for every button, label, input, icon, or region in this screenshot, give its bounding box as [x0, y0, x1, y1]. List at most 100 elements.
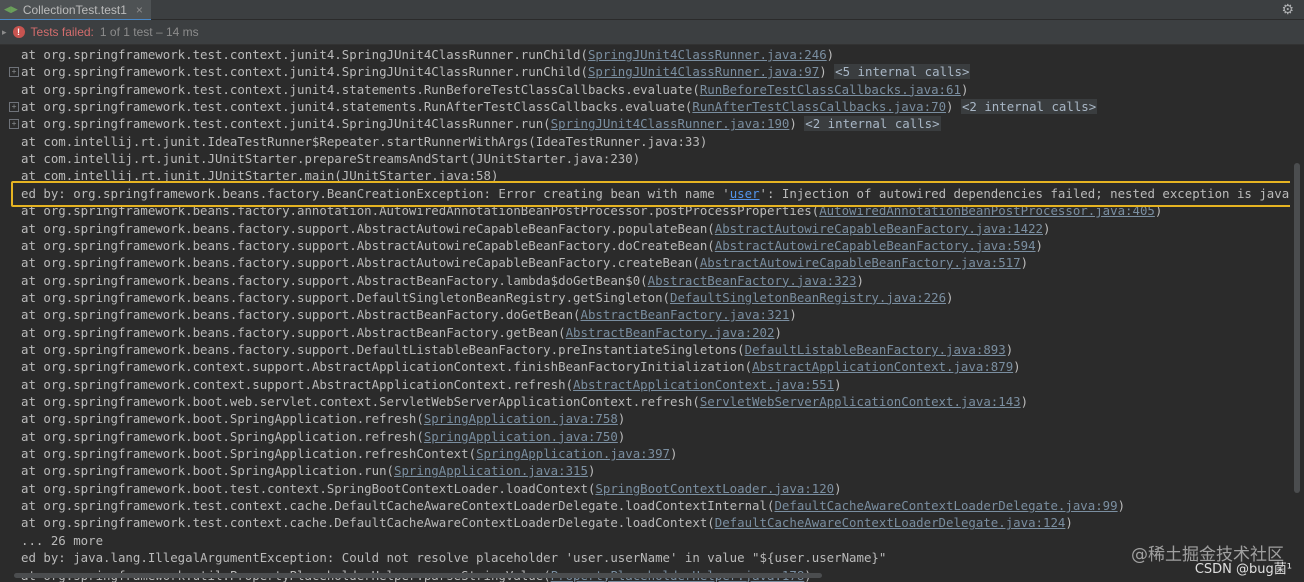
source-link[interactable]: SpringJUnit4ClassRunner.java:246: [588, 47, 827, 62]
stack-frame-text: at org.springframework.beans.factory.sup…: [21, 220, 715, 236]
expand-icon[interactable]: +: [9, 67, 19, 78]
stack-frame-text: at org.springframework.boot.SpringApplic…: [21, 463, 394, 479]
console-line-text: at org.springframework.beans.factory.sup…: [21, 254, 1028, 271]
console-line-text: at org.springframework.beans.factory.sup…: [21, 306, 797, 323]
source-link[interactable]: DefaultSingletonBeanRegistry.java:226: [670, 290, 946, 305]
source-link[interactable]: SpringApplication.java:750: [424, 429, 618, 444]
console-line-text: at org.springframework.boot.SpringApplic…: [21, 428, 625, 445]
vertical-scrollbar[interactable]: [1290, 45, 1304, 582]
source-link[interactable]: SpringBootContextLoader.java:120: [595, 481, 834, 496]
console-line-text: at org.springframework.test.context.juni…: [21, 98, 1098, 115]
source-link[interactable]: ServletWebServerApplicationContext.java:…: [700, 394, 1021, 409]
source-link[interactable]: AbstractApplicationContext.java:879: [752, 359, 1013, 374]
console-line-text: at org.springframework.test.context.cach…: [21, 497, 1125, 514]
source-link[interactable]: AbstractAutowireCapableBeanFactory.java:…: [700, 255, 1021, 270]
stack-frame-text: at com.intellij.rt.junit.JUnitStarter.ma…: [21, 168, 499, 184]
source-link[interactable]: AbstractAutowireCapableBeanFactory.java:…: [715, 221, 1043, 236]
tab-collectiontest[interactable]: ◀▶ CollectionTest.test1 ×: [0, 0, 151, 21]
expand-icon[interactable]: +: [9, 102, 19, 113]
console-line-text: at org.springframework.beans.factory.sup…: [21, 237, 1043, 254]
expand-icon[interactable]: +: [9, 119, 19, 130]
source-link[interactable]: AbstractBeanFactory.java:323: [648, 273, 857, 288]
stack-frame-text: at org.springframework.test.context.juni…: [21, 47, 588, 62]
console-line-text: at org.springframework.test.context.juni…: [21, 81, 968, 98]
source-link[interactable]: AbstractBeanFactory.java:202: [566, 325, 775, 340]
stack-frame-suffix: ): [1065, 515, 1073, 531]
stack-frame-text: at org.springframework.beans.factory.sup…: [21, 289, 671, 305]
stack-frame-text: at org.springframework.boot.SpringApplic…: [21, 411, 424, 427]
console-line-text: at org.springframework.boot.SpringApplic…: [21, 410, 625, 427]
close-icon[interactable]: ×: [136, 3, 143, 17]
stack-frame-text: at org.springframework.beans.factory.ann…: [21, 203, 820, 219]
internal-calls-toggle[interactable]: <5 internal calls>: [834, 64, 971, 80]
console-line-text: ... 26 more: [21, 532, 103, 549]
console-line-text: at org.springframework.boot.web.servlet.…: [21, 393, 1028, 410]
console-line-text: at org.springframework.test.context.juni…: [21, 115, 941, 132]
source-link[interactable]: SpringJUnit4ClassRunner.java:97: [588, 64, 819, 79]
source-link[interactable]: RunBeforeTestClassCallbacks.java:61: [700, 82, 961, 97]
console-line-text: at org.springframework.test.context.juni…: [21, 63, 971, 80]
stack-frame-text: at org.springframework.context.support.A…: [21, 376, 574, 392]
source-link[interactable]: DefaultCacheAwareContextLoaderDelegate.j…: [715, 515, 1066, 530]
stack-frame-suffix: ): [834, 480, 842, 496]
error-icon: !: [12, 26, 25, 38]
horizontal-scrollbar[interactable]: [14, 573, 822, 578]
stack-frame-suffix: ): [946, 289, 954, 305]
stack-frame-text: ed by: java.lang.IllegalArgumentExceptio…: [21, 550, 887, 566]
source-link[interactable]: AbstractApplicationContext.java:551: [573, 377, 834, 392]
stack-frame-text: at com.intellij.rt.junit.IdeaTestRunner$…: [21, 133, 708, 149]
stack-frame-suffix: ): [1043, 220, 1051, 236]
stack-frame-text: at org.springframework.beans.factory.sup…: [21, 307, 581, 323]
stack-frame-suffix: ): [1117, 498, 1126, 514]
console-line-text: at org.springframework.boot.SpringApplic…: [21, 462, 595, 479]
stack-frame-suffix: ): [1005, 341, 1014, 357]
source-link[interactable]: SpringJUnit4ClassRunner.java:190: [551, 116, 790, 131]
stack-frame-suffix: ): [826, 47, 835, 62]
source-link[interactable]: SpringApplication.java:397: [476, 446, 670, 461]
stack-frame-suffix: ): [617, 428, 626, 444]
stack-frame-suffix: ): [1154, 203, 1163, 219]
source-link[interactable]: DefaultCacheAwareContextLoaderDelegate.j…: [774, 498, 1117, 513]
scroll-thumb[interactable]: [1294, 163, 1300, 493]
gear-icon[interactable]: ⚙: [1281, 0, 1294, 19]
stack-frame-suffix: ): [617, 411, 626, 427]
internal-calls-toggle[interactable]: <2 internal calls>: [960, 99, 1098, 115]
stack-frame-suffix: ': Injection of autowired dependencies f…: [759, 185, 1290, 201]
source-link[interactable]: SpringApplication.java:758: [424, 411, 618, 426]
source-link[interactable]: AbstractBeanFactory.java:321: [581, 307, 790, 322]
stack-frame-suffix: ): [960, 81, 969, 97]
stack-frame-text: at org.springframework.beans.factory.sup…: [21, 341, 745, 357]
console-output[interactable]: at org.springframework.test.context.juni…: [0, 45, 1290, 582]
console-line-text: at org.springframework.context.support.A…: [21, 358, 1021, 375]
stack-frame-suffix: ): [670, 446, 678, 462]
console-line-text: at org.springframework.beans.factory.ann…: [21, 202, 1162, 219]
stack-frame-text: at org.springframework.context.support.A…: [21, 359, 753, 375]
internal-calls-toggle[interactable]: <2 internal calls>: [804, 116, 941, 132]
stack-frame-suffix: ): [1013, 359, 1021, 375]
stack-frame-suffix: ): [1035, 237, 1044, 253]
source-link[interactable]: AutowiredAnnotationBeanPostProcessor.jav…: [819, 203, 1155, 218]
source-link[interactable]: RunAfterTestClassCallbacks.java:70: [692, 99, 946, 114]
stack-frame-text: at org.springframework.test.context.juni…: [21, 116, 551, 132]
source-link[interactable]: AbstractAutowireCapableBeanFactory.java:…: [715, 238, 1036, 253]
stack-frame-text: ... 26 more: [21, 532, 104, 548]
source-link[interactable]: SpringApplication.java:315: [394, 463, 588, 478]
stack-frame-text: at org.springframework.beans.factory.sup…: [21, 272, 648, 288]
source-link[interactable]: DefaultListableBeanFactory.java:893: [745, 342, 1006, 357]
bean-name-link[interactable]: user: [730, 186, 760, 201]
console-line-text: at com.intellij.rt.junit.JUnitStarter.ma…: [21, 167, 498, 184]
stack-frame-text: at org.springframework.test.context.cach…: [21, 515, 715, 531]
tab-title: CollectionTest.test1: [22, 2, 127, 17]
console-line-text: at org.springframework.test.context.cach…: [21, 514, 1073, 531]
chevron-right-icon[interactable]: ▸: [2, 27, 7, 38]
run-config-icon: ◀▶: [4, 4, 18, 14]
console-line-text: at org.springframework.beans.factory.sup…: [21, 341, 1013, 358]
stack-frame-text: at com.intellij.rt.junit.JUnitStarter.pr…: [21, 151, 641, 167]
stack-frame-text: at org.springframework.test.context.cach…: [21, 498, 775, 514]
console-line-text: at org.springframework.beans.factory.sup…: [21, 289, 954, 306]
console-line-text: at org.springframework.test.context.juni…: [21, 46, 834, 63]
stack-frame-text: at org.springframework.beans.factory.sup…: [21, 237, 715, 253]
console-line-text: at com.intellij.rt.junit.IdeaTestRunner$…: [21, 133, 707, 150]
stack-frame-suffix: ): [587, 463, 596, 479]
stack-frame-suffix: ): [819, 64, 835, 80]
